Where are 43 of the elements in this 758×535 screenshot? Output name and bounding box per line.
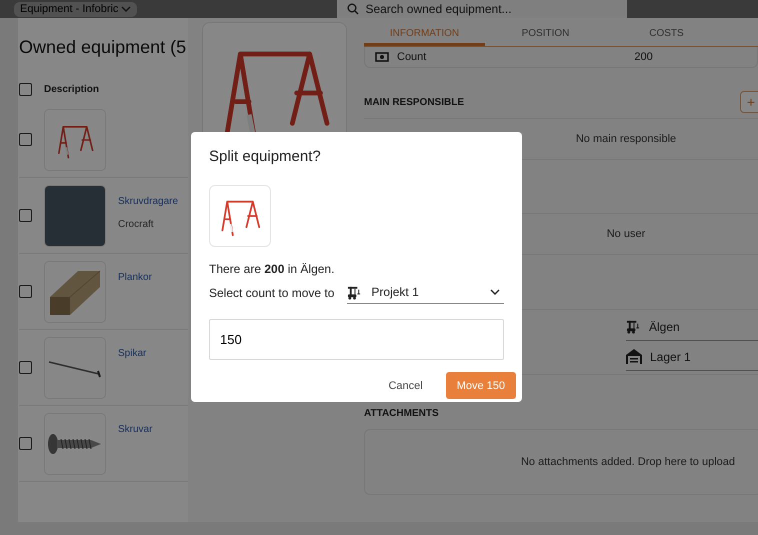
item-link[interactable]: Spikar <box>118 348 146 359</box>
item-link[interactable]: Skruvar <box>118 424 152 435</box>
destination-dropdown[interactable]: Projekt 1 <box>347 281 504 304</box>
warehouse-icon <box>626 349 642 364</box>
move-button[interactable]: Move 150 <box>446 372 516 399</box>
screw-drawing <box>47 432 103 456</box>
tab[interactable]: POSITION <box>485 22 606 46</box>
select-all-checkbox[interactable] <box>19 82 32 96</box>
field-value: 200 <box>634 51 653 63</box>
position-field[interactable]: Älgen <box>626 314 758 340</box>
section-heading: ATTACHMENTS <box>364 408 440 419</box>
row-checkbox[interactable] <box>19 133 32 146</box>
count-input[interactable]: 150 <box>209 319 504 360</box>
dialog-title: Split equipment? <box>209 148 322 165</box>
section-heading: MAIN RESPONSIBLE <box>364 96 464 108</box>
position-field[interactable]: Lager 1 <box>626 344 758 370</box>
empty-message: No main responsible <box>576 133 676 145</box>
search-field[interactable]: Search owned equipment... <box>337 0 628 18</box>
crane-icon <box>347 284 362 300</box>
field-label: Count <box>397 51 426 63</box>
row-checkbox[interactable] <box>19 361 32 374</box>
crane-icon <box>626 319 641 334</box>
chevron-down-icon <box>121 6 132 12</box>
breadcrumb-dropdown[interactable]: Equipment - Infobric <box>14 2 138 16</box>
tab[interactable]: COSTS <box>606 22 727 46</box>
tab[interactable]: INFORMATION <box>364 22 485 46</box>
page-title: Owned equipment (5 <box>19 37 186 58</box>
chevron-down-icon <box>490 289 500 295</box>
empty-message: No user <box>606 228 646 240</box>
dialog-message: There are 200 in Älgen. <box>209 262 336 276</box>
item-link[interactable]: Skruvdragare <box>118 196 178 207</box>
money-icon <box>375 52 389 62</box>
brand-text: Crocraft <box>118 219 155 230</box>
item-link[interactable]: Plankor <box>118 272 152 283</box>
column-header: Description <box>44 84 100 94</box>
row-checkbox[interactable] <box>19 285 32 298</box>
dropzone-text: No attachments added. Drop here to upload <box>520 456 736 468</box>
field-label: Select count to move to <box>209 286 334 300</box>
add-button[interactable]: + <box>740 91 758 113</box>
cancel-button[interactable]: Cancel <box>377 372 434 399</box>
upload-dropzone[interactable]: No attachments added. Drop here to upload <box>364 429 758 495</box>
row-checkbox[interactable] <box>19 209 32 222</box>
row-checkbox[interactable] <box>19 437 32 450</box>
